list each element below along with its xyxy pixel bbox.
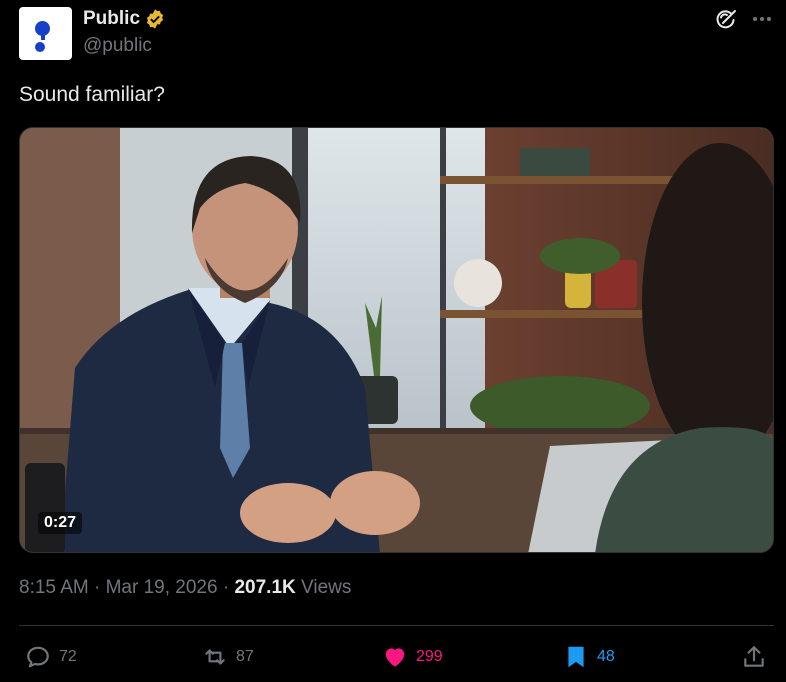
post-time[interactable]: 8:15 AM: [19, 577, 89, 598]
logo-mark-tail: [41, 34, 45, 40]
author-name-row: Public: [83, 8, 166, 30]
bookmark-button[interactable]: 48: [563, 644, 615, 670]
tweet: Public @public Sound familiar? 0:27 8:15…: [0, 0, 786, 682]
repost-icon: [205, 649, 225, 665]
reply-count: 72: [59, 648, 77, 665]
bookmark-count: 48: [597, 648, 615, 665]
share-icon: [744, 646, 764, 667]
video-player[interactable]: 0:27: [19, 127, 774, 553]
verified-icon: [146, 9, 164, 29]
reply-icon: [27, 646, 49, 668]
like-icon: [385, 648, 405, 667]
grok-icon[interactable]: [714, 8, 738, 32]
logo-mark-dot: [35, 42, 45, 52]
reply-button[interactable]: 72: [25, 644, 77, 670]
more-icon[interactable]: [750, 7, 774, 31]
divider: [19, 625, 774, 626]
like-button[interactable]: 299: [382, 644, 443, 670]
repost-button[interactable]: 87: [202, 644, 254, 670]
repost-count: 87: [236, 648, 254, 665]
like-count: 299: [416, 648, 443, 665]
author-handle[interactable]: @public: [83, 35, 152, 57]
share-button[interactable]: [741, 644, 767, 675]
meta-separator: ·: [94, 577, 101, 598]
bookmark-icon: [568, 646, 584, 668]
video-duration: 0:27: [38, 512, 83, 534]
avatar[interactable]: [19, 7, 72, 60]
video-frame: [20, 128, 773, 552]
author-name[interactable]: Public: [83, 8, 140, 30]
meta-separator: ·: [222, 577, 230, 598]
views-count: 207.1K: [234, 577, 296, 598]
views-label: Views: [301, 577, 352, 598]
post-date[interactable]: Mar 19, 2026: [106, 577, 218, 598]
tweet-meta: 8:15 AM · Mar 19, 2026 · 207.1K Views: [19, 577, 351, 599]
tweet-text: Sound familiar?: [19, 83, 165, 106]
